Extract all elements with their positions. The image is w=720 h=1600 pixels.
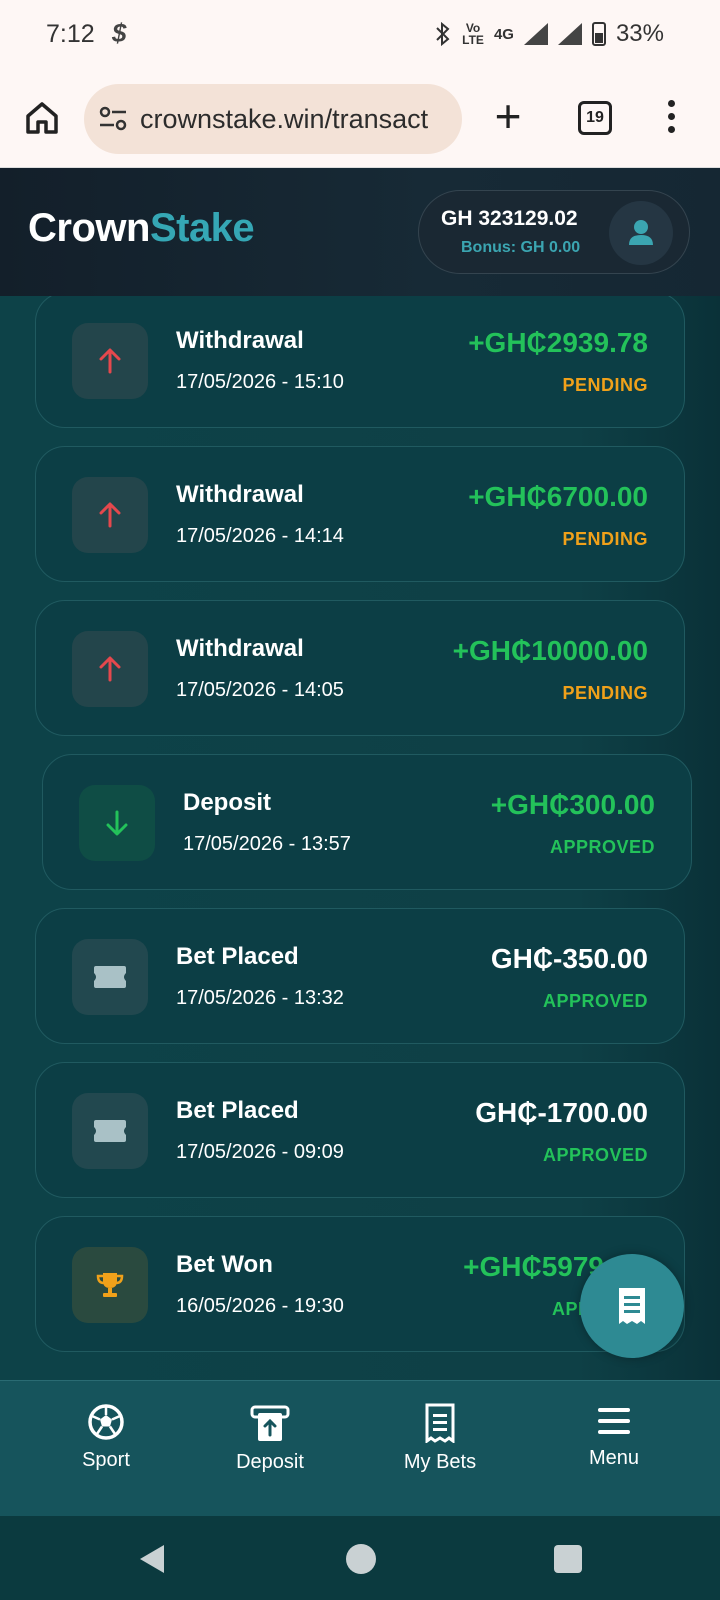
betslip-fab-button[interactable]: [580, 1254, 684, 1358]
battery-icon: [591, 22, 606, 46]
receipt-icon: [425, 1403, 455, 1443]
status-bar: 7:12 $ Vo LTE 4G 33%: [0, 0, 720, 72]
nav-deposit[interactable]: Deposit: [200, 1403, 340, 1474]
site-header: CrownStake GH 323129.02 Bonus: GH 0.00: [0, 168, 720, 296]
transaction-type: Withdrawal: [176, 635, 304, 662]
logo-crown: Crown: [28, 206, 150, 250]
deposit-icon: [250, 1405, 290, 1441]
site-logo[interactable]: CrownStake: [28, 206, 255, 251]
arrow-down-icon: [106, 810, 128, 836]
transaction-card[interactable]: Withdrawal 17/05/2026 - 15:10 +GH₵2939.7…: [35, 296, 685, 428]
nav-my-bets-label: My Bets: [403, 1451, 477, 1473]
deposit-icon-box: [79, 785, 155, 861]
transaction-date: 17/05/2026 - 13:32: [176, 987, 344, 1009]
nav-sport[interactable]: Sport: [36, 1403, 176, 1472]
volte-icon: Vo LTE: [462, 21, 484, 47]
new-tab-button[interactable]: +: [488, 93, 528, 139]
withdrawal-icon-box: [72, 323, 148, 399]
status-badge: APPROVED: [549, 837, 655, 857]
back-icon[interactable]: [136, 1542, 168, 1576]
transaction-amount: GH₵-1700.00: [475, 1097, 648, 1128]
transaction-type: Bet Won: [176, 1251, 273, 1278]
transaction-date: 17/05/2026 - 14:14: [176, 525, 344, 547]
nav-my-bets[interactable]: My Bets: [370, 1403, 510, 1474]
network-type: 4G: [493, 25, 514, 43]
arrow-up-icon: [99, 348, 121, 374]
transaction-amount: +GH₵2939.78: [468, 327, 648, 358]
home-nav-icon[interactable]: [346, 1544, 376, 1574]
transaction-date: 17/05/2026 - 09:09: [176, 1141, 344, 1163]
transaction-card[interactable]: Withdrawal 17/05/2026 - 14:05 +GH₵10000.…: [35, 600, 685, 736]
transaction-amount: +GH₵300.00: [490, 789, 655, 820]
avatar[interactable]: [609, 201, 673, 265]
transaction-card[interactable]: Bet Placed 17/05/2026 - 13:32 GH₵-350.00…: [35, 908, 685, 1044]
bonus-amount: Bonus: GH 0.00: [461, 239, 581, 256]
arrow-up-icon: [99, 656, 121, 682]
site-settings-icon[interactable]: [98, 105, 128, 133]
status-badge: APPROVED: [542, 991, 648, 1011]
soccer-ball-icon: [88, 1404, 124, 1440]
transactions-list[interactable]: Withdrawal 17/05/2026 - 15:10 +GH₵2939.7…: [0, 296, 720, 1380]
status-badge: APPROVED: [542, 1145, 648, 1165]
transaction-amount: GH₵-350.00: [490, 943, 648, 974]
bluetooth-icon: [436, 22, 450, 46]
status-badge: PENDING: [562, 375, 648, 395]
transaction-type: Bet Placed: [176, 943, 299, 970]
bottom-nav: Sport Deposit My Bets Menu: [0, 1380, 720, 1516]
transaction-amount: +GH₵6700.00: [468, 481, 648, 512]
user-icon: [629, 220, 653, 245]
url-text[interactable]: crownstake.win/transact: [140, 104, 428, 135]
more-menu-icon[interactable]: [666, 100, 676, 140]
app-notification-icon: $: [112, 18, 127, 48]
tab-switcher-button[interactable]: 19: [578, 101, 612, 135]
receipt-icon: [619, 1288, 645, 1324]
nav-sport-label: Sport: [82, 1449, 130, 1471]
withdrawal-icon-box: [72, 477, 148, 553]
trophy-icon: [96, 1273, 124, 1297]
transaction-type: Deposit: [183, 789, 272, 816]
transaction-date: 16/05/2026 - 19:30: [176, 1295, 344, 1317]
browser-toolbar: crownstake.win/transact + 19: [0, 72, 720, 168]
status-icons: Vo LTE 4G 33%: [434, 20, 664, 48]
signal-icon: [523, 23, 548, 45]
ticket-icon: [94, 966, 126, 988]
nav-menu-label: Menu: [588, 1447, 640, 1469]
withdrawal-icon-box: [72, 631, 148, 707]
status-time: 7:12: [46, 20, 95, 48]
recent-apps-icon[interactable]: [554, 1545, 582, 1573]
balance-amount: GH 323129.02: [441, 207, 578, 230]
balance-pill[interactable]: GH 323129.02 Bonus: GH 0.00: [418, 190, 690, 274]
battery-percent: 33%: [615, 20, 664, 47]
ticket-icon: [94, 1120, 126, 1142]
transaction-type: Withdrawal: [176, 327, 304, 354]
hamburger-icon: [598, 1408, 630, 1434]
logo-stake: Stake: [149, 206, 255, 250]
transaction-type: Withdrawal: [176, 481, 304, 508]
transaction-type: Bet Placed: [176, 1097, 299, 1124]
won-icon-box: [72, 1247, 148, 1323]
bet-icon-box: [72, 1093, 148, 1169]
nav-menu[interactable]: Menu: [544, 1403, 684, 1470]
status-badge: PENDING: [562, 529, 648, 549]
status-badge: PENDING: [562, 683, 648, 703]
system-nav-bar: [0, 1516, 720, 1600]
transaction-date: 17/05/2026 - 15:10: [176, 371, 344, 393]
transaction-card[interactable]: Withdrawal 17/05/2026 - 14:14 +GH₵6700.0…: [35, 446, 685, 582]
transaction-card[interactable]: Deposit 17/05/2026 - 13:57 +GH₵300.00 AP…: [42, 754, 692, 890]
transaction-date: 17/05/2026 - 13:57: [183, 833, 351, 855]
bet-icon-box: [72, 939, 148, 1015]
home-icon[interactable]: [22, 98, 62, 138]
transaction-card[interactable]: Bet Placed 17/05/2026 - 09:09 GH₵-1700.0…: [35, 1062, 685, 1198]
transaction-amount: +GH₵10000.00: [452, 635, 648, 666]
signal-icon-2: [557, 23, 582, 45]
arrow-up-icon: [99, 502, 121, 528]
transaction-amount: +GH₵5979: [463, 1251, 604, 1282]
transaction-date: 17/05/2026 - 14:05: [176, 679, 344, 701]
address-bar[interactable]: crownstake.win/transact: [84, 84, 462, 154]
nav-deposit-label: Deposit: [236, 1451, 304, 1473]
